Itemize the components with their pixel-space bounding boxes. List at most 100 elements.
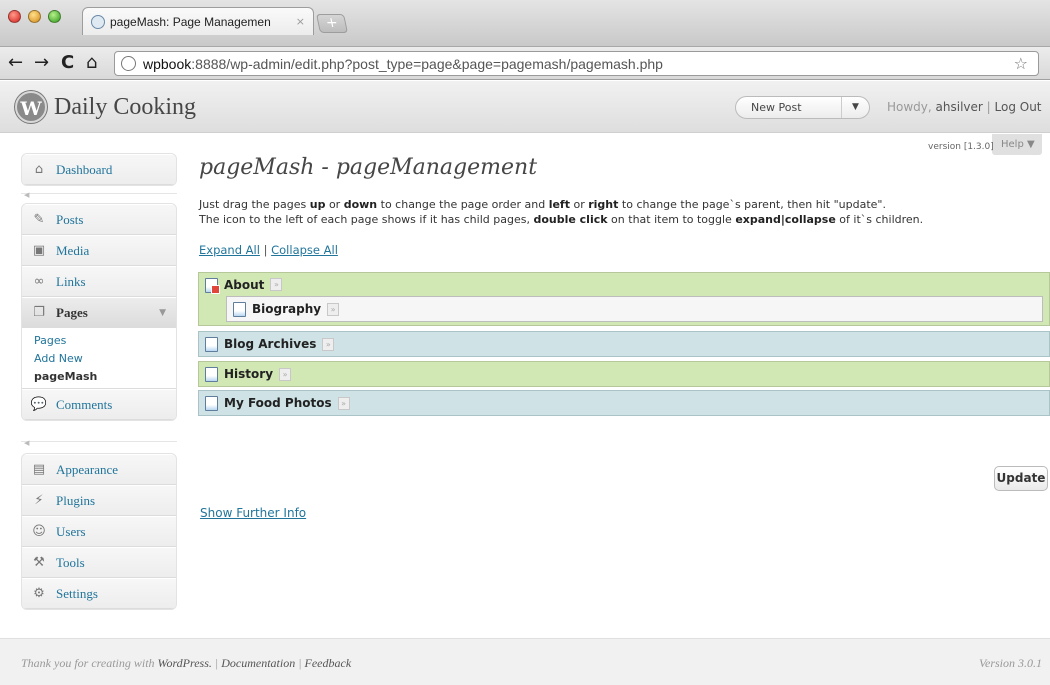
submenu-item-pages[interactable]: Pages	[22, 332, 176, 350]
chevron-down-icon[interactable]: ▼	[841, 97, 869, 118]
page-item-biography[interactable]: Biography »	[226, 296, 1043, 322]
sidebar-item-label: Tools	[56, 554, 85, 570]
header-sep: |	[982, 100, 995, 114]
page-item-label: About	[224, 278, 265, 292]
browser-tab[interactable]: pageMash: Page Managemen ×	[82, 7, 314, 35]
url-text[interactable]: wpbook:8888/wp-admin/edit.php?post_type=…	[143, 56, 663, 72]
page-item-label: History	[224, 367, 274, 381]
sidebar-item-dashboard[interactable]: ⌂ Dashboard	[22, 154, 176, 185]
wp-admin-header: W Daily Cooking New Post ▼ Howdy, ahsilv…	[0, 81, 1050, 133]
sidebar-item-label: Comments	[56, 396, 113, 412]
home-icon[interactable]: ⌂	[86, 53, 97, 73]
sidebar-item-label: Dashboard	[56, 161, 113, 177]
parent-page-icon[interactable]	[205, 278, 220, 294]
pages-submenu: Pages Add New pageMash	[22, 328, 176, 389]
chain-link-icon: ∞	[33, 273, 45, 289]
wordpress-link[interactable]: WordPress.	[158, 656, 212, 670]
footer-thanks: Thank you for creating with	[21, 656, 158, 670]
page-expand-icon[interactable]: »	[322, 337, 335, 351]
chevron-down-icon[interactable]: ▼	[159, 308, 166, 318]
browser-toolbar: ← → C ⌂ wpbook:8888/wp-admin/edit.php?po…	[0, 47, 1050, 80]
globe-icon	[91, 14, 105, 29]
howdy-label: Howdy,	[887, 100, 936, 114]
sidebar-item-posts[interactable]: ✎ Posts	[22, 204, 176, 235]
new-tab-button[interactable]: +	[315, 14, 349, 33]
new-post-button[interactable]: New Post	[736, 101, 841, 114]
reload-icon[interactable]: C	[61, 53, 74, 73]
users-icon: ☺	[32, 523, 46, 539]
page-expand-icon[interactable]: »	[327, 302, 340, 316]
page-expand-icon[interactable]: »	[270, 278, 283, 291]
pushpin-icon: ✎	[33, 211, 45, 227]
page-expand-icon[interactable]: »	[337, 396, 350, 410]
sidebar-item-label: Settings	[56, 585, 98, 601]
expand-collapse-links: Expand All | Collapse All	[199, 243, 338, 257]
update-button[interactable]: Update	[994, 466, 1048, 491]
tab-close-icon[interactable]: ×	[296, 15, 305, 28]
media-icon: ▣	[32, 242, 46, 258]
sidebar-item-media[interactable]: ▣ Media	[22, 235, 176, 266]
instructions: Just drag the pages up or down to change…	[199, 197, 923, 227]
footer-sep: |	[295, 656, 305, 670]
plugin-version: version [1.3.0]	[928, 142, 994, 152]
tab-title: pageMash: Page Managemen	[110, 14, 271, 29]
browser-title-bar: pageMash: Page Managemen × +	[0, 0, 1050, 47]
link-divider: |	[259, 243, 272, 257]
user-greeting: Howdy, ahsilver | Log Out	[887, 100, 1042, 114]
page-item-label: My Food Photos	[224, 396, 332, 410]
close-window-button[interactable]	[8, 10, 21, 23]
sidebar-item-appearance[interactable]: ▤ Appearance	[22, 454, 176, 485]
page-item-history[interactable]: History »	[198, 361, 1050, 387]
username-link[interactable]: ahsilver	[936, 100, 983, 114]
page-item-label: Blog Archives	[224, 337, 317, 351]
documentation-link[interactable]: Documentation	[221, 656, 295, 670]
page-expand-icon[interactable]: »	[279, 367, 292, 381]
page-icon	[205, 366, 218, 382]
feedback-link[interactable]: Feedback	[305, 656, 352, 670]
page-icon	[205, 395, 218, 411]
wp-footer: Thank you for creating with WordPress. |…	[0, 638, 1050, 685]
sidebar-item-label: Appearance	[56, 461, 119, 477]
bookmark-star-icon[interactable]: ☆	[1014, 54, 1028, 73]
appearance-icon: ▤	[32, 461, 46, 477]
zoom-window-button[interactable]	[48, 10, 61, 23]
sidebar-item-pages[interactable]: ❐ Pages ▼	[22, 297, 176, 328]
help-tab[interactable]: Help ▼	[992, 134, 1042, 155]
sidebar-item-comments[interactable]: 💬 Comments	[22, 389, 176, 420]
expand-all-link[interactable]: Expand All	[199, 243, 260, 257]
show-further-info-link[interactable]: Show Further Info	[200, 506, 306, 520]
submenu-item-pagemash[interactable]: pageMash	[22, 368, 176, 386]
footer-sep: |	[211, 656, 222, 670]
sidebar-item-label: Users	[56, 523, 86, 539]
sidebar-item-tools[interactable]: ⚒ Tools	[22, 547, 176, 578]
menu-separator: ◀	[21, 439, 177, 449]
sidebar-item-links[interactable]: ∞ Links	[22, 266, 176, 297]
sidebar-item-label: Plugins	[56, 492, 96, 508]
page-item-my-food-photos[interactable]: My Food Photos »	[198, 390, 1050, 416]
site-title[interactable]: Daily Cooking	[54, 94, 196, 121]
sidebar-item-users[interactable]: ☺ Users	[22, 516, 176, 547]
minimize-window-button[interactable]	[28, 10, 41, 23]
page-title: pageMash - pageManagement	[199, 155, 538, 180]
wordpress-logo-icon: W	[15, 91, 47, 123]
menu-separator: ◀	[21, 191, 177, 201]
sidebar-group-settings: ▤ Appearance ⚡ Plugins ☺ Users ⚒ Tools ⚙…	[21, 453, 177, 610]
plug-icon: ⚡	[34, 492, 44, 508]
collapse-all-link[interactable]: Collapse All	[271, 243, 338, 257]
pages-icon: ❐	[33, 304, 45, 320]
submenu-item-add-new[interactable]: Add New	[22, 350, 176, 368]
wp-version: Version 3.0.1	[979, 656, 1042, 670]
sidebar-group-content: ✎ Posts ▣ Media ∞ Links ❐ Pages ▼ Pages …	[21, 203, 177, 421]
new-post-dropdown[interactable]: New Post ▼	[735, 96, 870, 119]
forward-arrow-icon[interactable]: →	[34, 53, 49, 73]
sidebar-item-plugins[interactable]: ⚡ Plugins	[22, 485, 176, 516]
sidebar-item-label: Media	[56, 242, 90, 258]
globe-icon	[121, 56, 136, 71]
page-item-blog-archives[interactable]: Blog Archives »	[198, 331, 1050, 357]
sidebar-item-settings[interactable]: ⚙ Settings	[22, 578, 176, 609]
logout-link[interactable]: Log Out	[995, 100, 1042, 114]
url-path: :8888/wp-admin/edit.php?post_type=page&p…	[191, 55, 663, 72]
house-icon: ⌂	[34, 161, 44, 177]
back-arrow-icon[interactable]: ←	[8, 53, 23, 73]
address-bar[interactable]: wpbook:8888/wp-admin/edit.php?post_type=…	[114, 51, 1039, 76]
